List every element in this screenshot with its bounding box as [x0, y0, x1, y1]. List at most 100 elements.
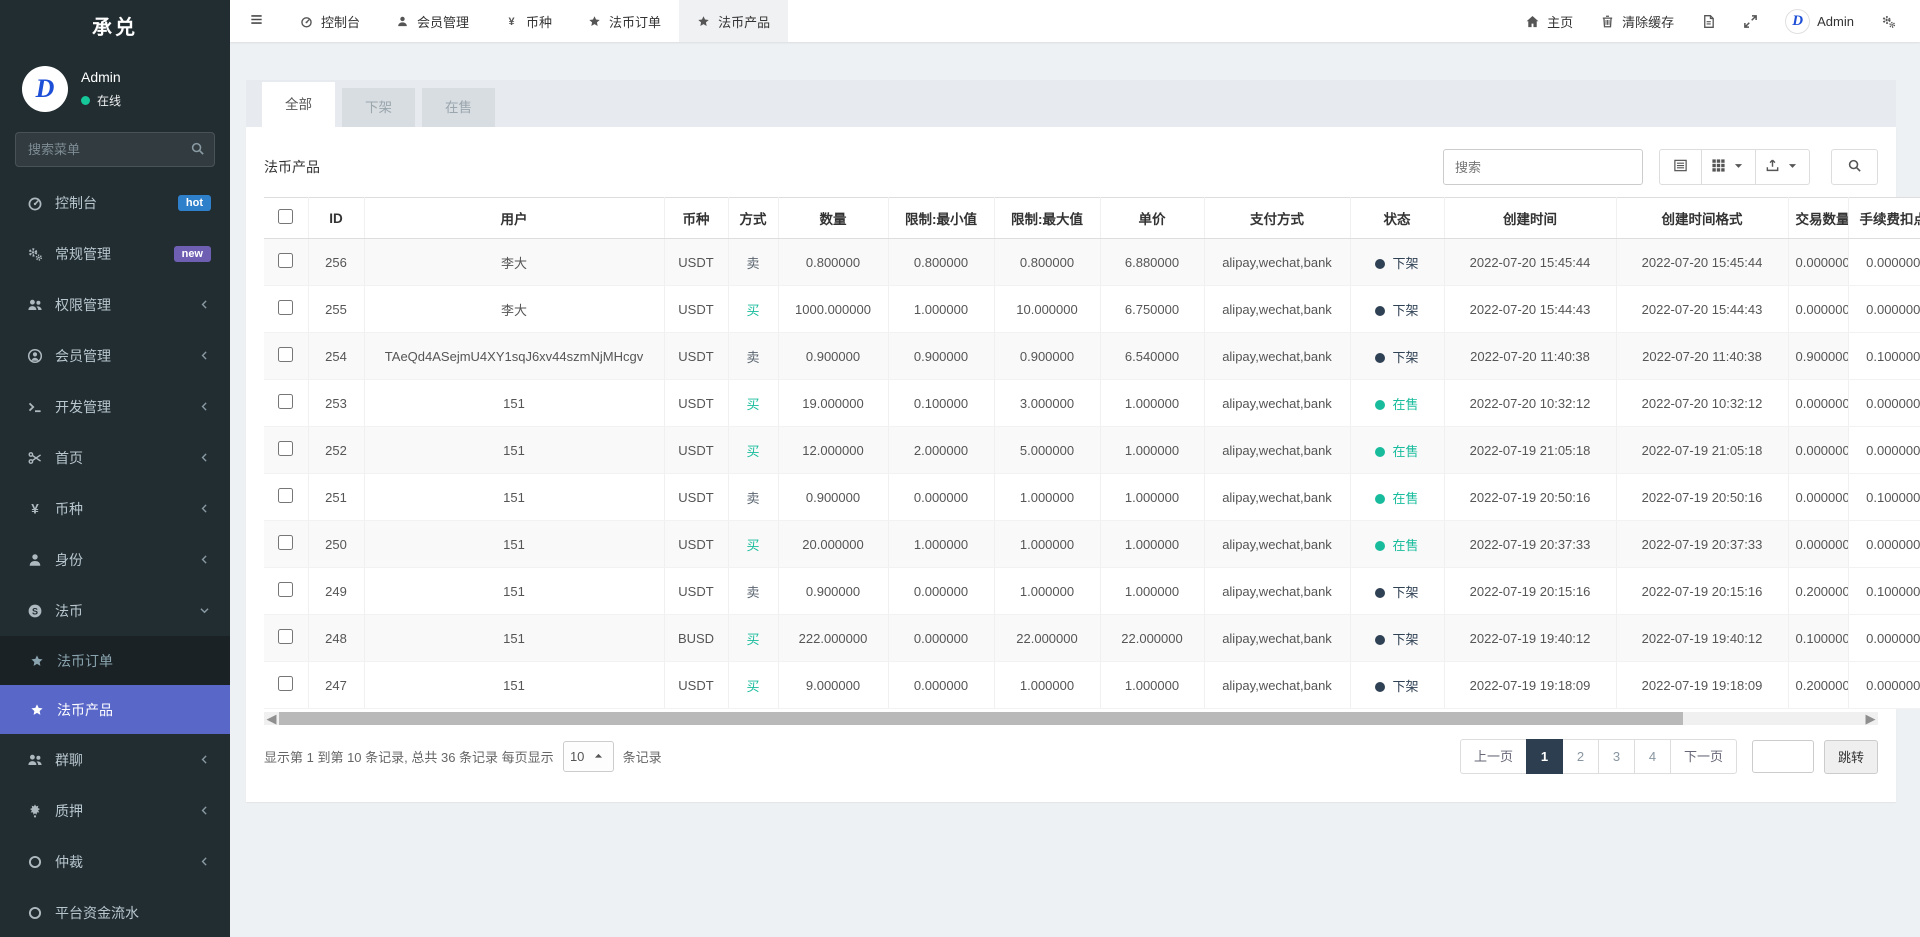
- sidebar-search-input[interactable]: [15, 132, 215, 167]
- column-header[interactable]: 币种: [664, 198, 728, 239]
- row-checkbox[interactable]: [278, 582, 293, 597]
- page-next-button[interactable]: 下一页: [1670, 739, 1737, 774]
- table-row[interactable]: 255李大USDT买1000.0000001.00000010.0000006.…: [264, 286, 1920, 333]
- star-icon-holder: [697, 15, 710, 28]
- filter-tab[interactable]: 下架: [342, 88, 415, 127]
- page-number-button[interactable]: 4: [1634, 739, 1671, 774]
- column-header[interactable]: 状态: [1350, 198, 1444, 239]
- column-header[interactable]: 限制:最小值: [888, 198, 994, 239]
- scroll-right-arrow[interactable]: ▶: [1863, 712, 1878, 725]
- row-checkbox[interactable]: [278, 347, 293, 362]
- select-all-checkbox[interactable]: [278, 209, 293, 224]
- sidebar-item[interactable]: 常规管理new: [0, 228, 230, 279]
- table-row[interactable]: 248151BUSD买222.0000000.00000022.00000022…: [264, 615, 1920, 662]
- home-button[interactable]: 主页: [1525, 12, 1573, 31]
- table-row[interactable]: 253151USDT买19.0000000.1000003.0000001.00…: [264, 380, 1920, 427]
- sidebar-item[interactable]: 控制台hot: [0, 177, 230, 228]
- row-checkbox[interactable]: [278, 535, 293, 550]
- column-header[interactable]: 用户: [364, 198, 664, 239]
- table-search-input[interactable]: [1443, 149, 1643, 185]
- nav-tab-label: 控制台: [321, 12, 360, 31]
- table-row[interactable]: 256李大USDT卖0.8000000.8000000.8000006.8800…: [264, 239, 1920, 286]
- cell-coin: USDT: [664, 239, 728, 286]
- row-checkbox[interactable]: [278, 394, 293, 409]
- cell-payment-methods: alipay,wechat,bank: [1204, 662, 1350, 709]
- column-header[interactable]: 创建时间格式: [1616, 198, 1788, 239]
- chevron-left-icon-holder: [198, 298, 211, 311]
- sidebar-item[interactable]: S法币: [0, 585, 230, 636]
- scroll-left-arrow[interactable]: ◀: [264, 712, 279, 725]
- column-header[interactable]: 方式: [728, 198, 778, 239]
- nav-tab-active[interactable]: 法币产品: [679, 0, 788, 42]
- filter-tab[interactable]: 在售: [422, 88, 495, 127]
- table-row[interactable]: 254TAeQd4ASejmU4XY1sqJ6xv44szmNjMHcgvUSD…: [264, 333, 1920, 380]
- sidebar-item-label: 常规管理: [55, 244, 174, 264]
- search-submit-button[interactable]: [1831, 149, 1878, 185]
- horizontal-scrollbar[interactable]: ◀ ▶: [264, 712, 1878, 725]
- sidebar-subitem[interactable]: 法币订单: [0, 636, 230, 685]
- status-label: 下架: [1392, 350, 1418, 365]
- row-checkbox[interactable]: [278, 676, 293, 691]
- cell-side: 买: [728, 286, 778, 333]
- column-header[interactable]: ID: [308, 198, 364, 239]
- sidebar-item[interactable]: 会员管理: [0, 330, 230, 381]
- sidebar-item[interactable]: 开发管理: [0, 381, 230, 432]
- sidebar-item[interactable]: 首页: [0, 432, 230, 483]
- sidebar-subitem-active[interactable]: 法币产品: [0, 685, 230, 734]
- jump-page-input[interactable]: [1752, 740, 1814, 773]
- nav-tab[interactable]: 法币订单: [570, 0, 679, 42]
- sidebar-item[interactable]: 权限管理: [0, 279, 230, 330]
- settings-button[interactable]: [1881, 14, 1896, 29]
- table-row[interactable]: 247151USDT买9.0000000.0000001.0000001.000…: [264, 662, 1920, 709]
- nav-tab[interactable]: 控制台: [282, 0, 378, 42]
- page-prev-button[interactable]: 上一页: [1460, 739, 1527, 774]
- fullscreen-button[interactable]: [1743, 14, 1758, 29]
- sidebar-item[interactable]: 平台资金流水: [0, 887, 230, 937]
- row-checkbox[interactable]: [278, 300, 293, 315]
- cell-coin: BUSD: [664, 615, 728, 662]
- page-size-select[interactable]: 10: [563, 741, 614, 772]
- sidebar-item[interactable]: 群聊: [0, 734, 230, 785]
- page-number-button[interactable]: 2: [1562, 739, 1599, 774]
- filter-tab-active[interactable]: 全部: [262, 82, 335, 127]
- row-checkbox[interactable]: [278, 441, 293, 456]
- column-header[interactable]: 单价: [1100, 198, 1204, 239]
- cell-max-limit: 10.000000: [994, 286, 1100, 333]
- export-button[interactable]: [1756, 149, 1810, 185]
- scrollbar-thumb[interactable]: [279, 712, 1683, 725]
- cell-fee-deduction: 0.000000: [1848, 239, 1920, 286]
- page-number-button[interactable]: 3: [1598, 739, 1635, 774]
- users-icon: [27, 752, 43, 768]
- column-header[interactable]: 交易数量: [1788, 198, 1848, 239]
- column-header[interactable]: 限制:最大值: [994, 198, 1100, 239]
- sidebar-item[interactable]: 质押: [0, 785, 230, 836]
- page-number-button[interactable]: 1: [1526, 739, 1563, 774]
- column-header[interactable]: 支付方式: [1204, 198, 1350, 239]
- column-header[interactable]: 创建时间: [1444, 198, 1616, 239]
- sidebar-item[interactable]: 仲裁: [0, 836, 230, 887]
- jump-button[interactable]: 跳转: [1824, 740, 1878, 774]
- sidebar-item[interactable]: 身份: [0, 534, 230, 585]
- cell-max-limit: 22.000000: [994, 615, 1100, 662]
- paging-toggle-button[interactable]: [1659, 149, 1702, 185]
- star-icon: [697, 15, 710, 28]
- columns-button[interactable]: [1702, 149, 1756, 185]
- table-row[interactable]: 251151USDT卖0.9000000.0000001.0000001.000…: [264, 474, 1920, 521]
- table-row[interactable]: 250151USDT买20.0000001.0000001.0000001.00…: [264, 521, 1920, 568]
- document-button[interactable]: [1701, 14, 1716, 29]
- caret-down-icon: [1731, 158, 1746, 173]
- row-checkbox[interactable]: [278, 253, 293, 268]
- clear-cache-button[interactable]: 清除缓存: [1600, 12, 1674, 31]
- nav-tab[interactable]: ¥币种: [487, 0, 570, 42]
- sidebar-toggle-button[interactable]: [230, 0, 282, 42]
- sidebar-item[interactable]: ¥币种: [0, 483, 230, 534]
- column-header[interactable]: 手续费扣点: [1848, 198, 1920, 239]
- column-header[interactable]: 数量: [778, 198, 888, 239]
- table-row[interactable]: 252151USDT买12.0000002.0000005.0000001.00…: [264, 427, 1920, 474]
- user-menu[interactable]: D Admin: [1785, 9, 1854, 34]
- row-checkbox[interactable]: [278, 629, 293, 644]
- table-row[interactable]: 249151USDT卖0.9000000.0000001.0000001.000…: [264, 568, 1920, 615]
- navbar-tabs: 控制台会员管理¥币种法币订单法币产品: [282, 0, 788, 42]
- nav-tab[interactable]: 会员管理: [378, 0, 487, 42]
- row-checkbox[interactable]: [278, 488, 293, 503]
